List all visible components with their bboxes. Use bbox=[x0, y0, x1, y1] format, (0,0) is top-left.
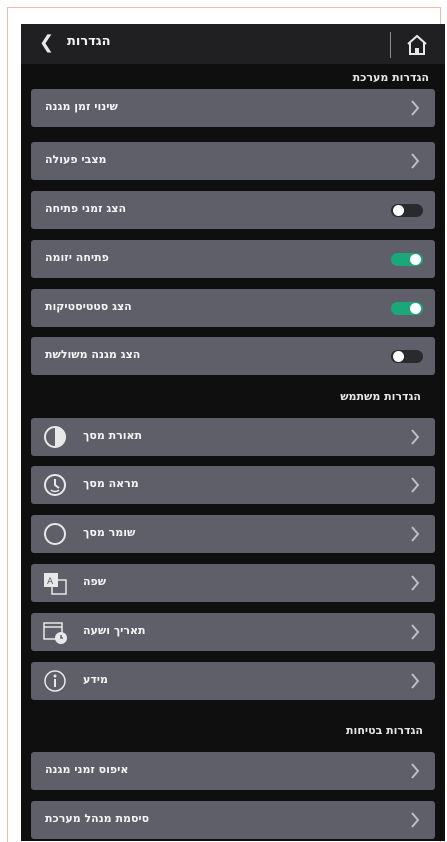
row-label: מידע bbox=[83, 673, 108, 686]
row-label: שומר מסך bbox=[83, 526, 136, 539]
moon-icon bbox=[44, 523, 66, 545]
home-icon[interactable] bbox=[405, 33, 429, 57]
settings-row-reset-times[interactable]: איפוס זמני מגנה bbox=[31, 752, 435, 790]
toggle-switch-on[interactable] bbox=[391, 302, 423, 315]
chevron-right-icon bbox=[411, 624, 420, 640]
chevron-right-icon bbox=[411, 575, 420, 591]
chevron-right-icon bbox=[411, 477, 420, 493]
settings-row-show-triple: הצג מגנה משולשת bbox=[31, 337, 435, 375]
toggle-switch-on[interactable] bbox=[391, 253, 423, 266]
chevron-right-icon bbox=[411, 100, 420, 116]
language-icon: A bbox=[44, 573, 67, 595]
top-bar-divider bbox=[390, 32, 391, 58]
row-label: שינוי זמן מגנה bbox=[45, 100, 118, 113]
chevron-right-icon bbox=[411, 526, 420, 542]
toggle-knob bbox=[410, 254, 421, 265]
settings-row-date-time[interactable]: תאריך ושעה bbox=[31, 613, 435, 651]
settings-row-show-statistics: הצג סטטיסטיקות bbox=[31, 289, 435, 327]
chevron-right-icon bbox=[411, 153, 420, 169]
chevron-right-icon bbox=[411, 673, 420, 689]
settings-row-operation-modes[interactable]: מצבי פעולה bbox=[31, 142, 435, 180]
row-label: מראה מסך bbox=[83, 477, 139, 490]
svg-text:A: A bbox=[47, 577, 54, 587]
chevron-left-icon[interactable]: ❮ bbox=[39, 32, 54, 54]
section-title-system: הגדרות מערכת bbox=[352, 71, 429, 84]
row-label: תאריך ושעה bbox=[83, 624, 146, 637]
toggle-knob bbox=[410, 303, 421, 314]
settings-row-screen-appearance[interactable]: מראה מסך bbox=[31, 466, 435, 504]
info-icon bbox=[44, 670, 66, 692]
screen-timeout-icon bbox=[44, 474, 66, 496]
settings-row-manual-open: פתיחה יזומה bbox=[31, 240, 435, 278]
row-label: הצג זמני פתיחה bbox=[45, 202, 127, 215]
settings-row-admin-password[interactable]: סיסמת מנהל מערכת bbox=[31, 801, 435, 839]
toggle-knob bbox=[393, 351, 404, 362]
settings-row-show-open-times: הצג זמני פתיחה bbox=[31, 191, 435, 229]
row-label: הצג מגנה משולשת bbox=[45, 348, 141, 361]
toggle-switch-off[interactable] bbox=[391, 350, 423, 363]
top-bar: ❮ הגדרות bbox=[21, 24, 445, 64]
row-label: פתיחה יזומה bbox=[45, 251, 109, 264]
row-label: שפה bbox=[83, 575, 107, 588]
settings-row-language[interactable]: A שפה bbox=[31, 564, 435, 602]
row-label: תאורת מסך bbox=[83, 429, 143, 442]
settings-row-info[interactable]: מידע bbox=[31, 662, 435, 700]
date-time-icon bbox=[43, 622, 67, 644]
row-label: איפוס זמני מגנה bbox=[45, 763, 129, 776]
toggle-knob bbox=[393, 205, 404, 216]
row-label: הצג סטטיסטיקות bbox=[45, 300, 132, 313]
settings-row-brightness[interactable]: תאורת מסך bbox=[31, 418, 435, 456]
settings-row-menu-time[interactable]: שינוי זמן מגנה bbox=[31, 89, 435, 127]
section-title-user: הגדרות משתמש bbox=[340, 390, 421, 403]
settings-screen: ❮ הגדרות הגדרות מערכת שינוי זמן מגנה מצב… bbox=[21, 24, 445, 841]
settings-row-screensaver[interactable]: שומר מסך bbox=[31, 515, 435, 553]
chevron-right-icon bbox=[411, 763, 420, 779]
chevron-right-icon bbox=[411, 812, 420, 828]
row-label: סיסמת מנהל מערכת bbox=[45, 812, 150, 825]
section-title-security: הגדרות בטיחות bbox=[346, 724, 423, 737]
row-label: מצבי פעולה bbox=[45, 153, 107, 166]
chevron-right-icon bbox=[411, 429, 420, 445]
toggle-switch-off[interactable] bbox=[391, 204, 423, 217]
brightness-icon bbox=[44, 426, 66, 448]
page-title: הגדרות bbox=[67, 34, 111, 49]
